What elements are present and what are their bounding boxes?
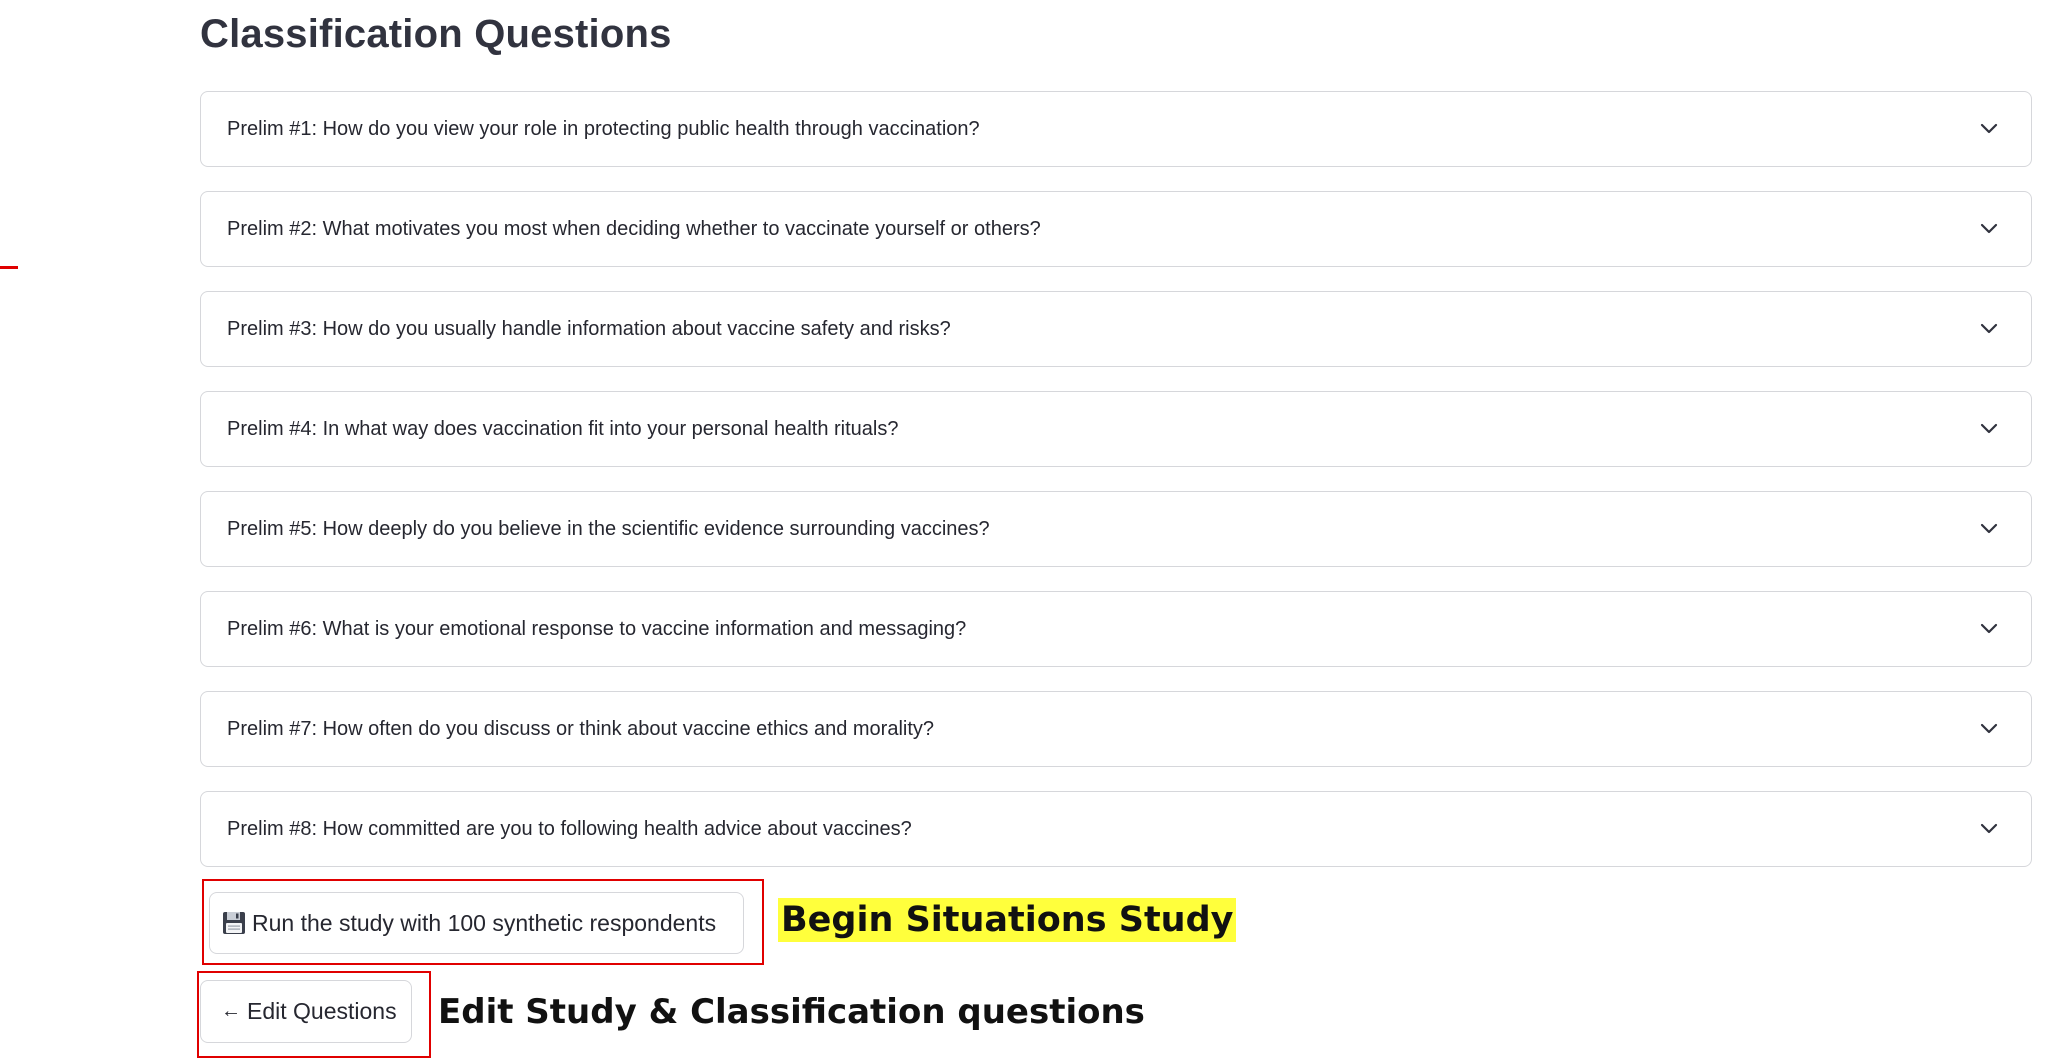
prelim-expander-1[interactable]: Prelim #1: How do you view your role in …: [200, 91, 2032, 167]
prelim-expander-2[interactable]: Prelim #2: What motivates you most when …: [200, 191, 2032, 267]
prelim-expander-6[interactable]: Prelim #6: What is your emotional respon…: [200, 591, 2032, 667]
prelim-label-2: Prelim #2: What motivates you most when …: [227, 217, 1041, 240]
chevron-down-icon[interactable]: [1979, 619, 1999, 639]
chevron-down-icon[interactable]: [1979, 819, 1999, 839]
floppy-disk-icon: [222, 911, 246, 935]
page-title: Classification Questions: [200, 12, 672, 56]
prelim-expander-7[interactable]: Prelim #7: How often do you discuss or t…: [200, 691, 2032, 767]
prelim-expander-4[interactable]: Prelim #4: In what way does vaccination …: [200, 391, 2032, 467]
edit-questions-button-label: Edit Questions: [247, 998, 397, 1024]
edit-questions-button[interactable]: ← Edit Questions: [200, 980, 412, 1043]
prelim-expander-8[interactable]: Prelim #8: How committed are you to foll…: [200, 791, 2032, 867]
run-study-button[interactable]: Run the study with 100 synthetic respond…: [209, 892, 744, 954]
arrow-left-icon: ←: [221, 1000, 241, 1022]
prelim-label-8: Prelim #8: How committed are you to foll…: [227, 817, 912, 840]
run-study-button-label: Run the study with 100 synthetic respond…: [252, 909, 717, 936]
prelim-label-6: Prelim #6: What is your emotional respon…: [227, 617, 967, 640]
chevron-down-icon[interactable]: [1979, 419, 1999, 439]
prelim-label-7: Prelim #7: How often do you discuss or t…: [227, 717, 935, 740]
prelim-label-3: Prelim #3: How do you usually handle inf…: [227, 317, 951, 340]
chevron-down-icon[interactable]: [1979, 119, 1999, 139]
chevron-down-icon[interactable]: [1979, 219, 1999, 239]
prelim-expander-5[interactable]: Prelim #5: How deeply do you believe in …: [200, 491, 2032, 567]
edit-study-annotation: Edit Study & Classification questions: [438, 992, 1145, 1032]
prelim-label-5: Prelim #5: How deeply do you believe in …: [227, 517, 990, 540]
begin-study-annotation: Begin Situations Study: [778, 898, 1237, 942]
chevron-down-icon[interactable]: [1979, 519, 1999, 539]
chevron-down-icon[interactable]: [1979, 319, 1999, 339]
prelim-label-1: Prelim #1: How do you view your role in …: [227, 117, 980, 140]
left-edge-red-mark: [0, 266, 18, 269]
prelim-label-4: Prelim #4: In what way does vaccination …: [227, 417, 899, 440]
prelim-expander-list: Prelim #1: How do you view your role in …: [200, 91, 2032, 891]
chevron-down-icon[interactable]: [1979, 719, 1999, 739]
prelim-expander-3[interactable]: Prelim #3: How do you usually handle inf…: [200, 291, 2032, 367]
